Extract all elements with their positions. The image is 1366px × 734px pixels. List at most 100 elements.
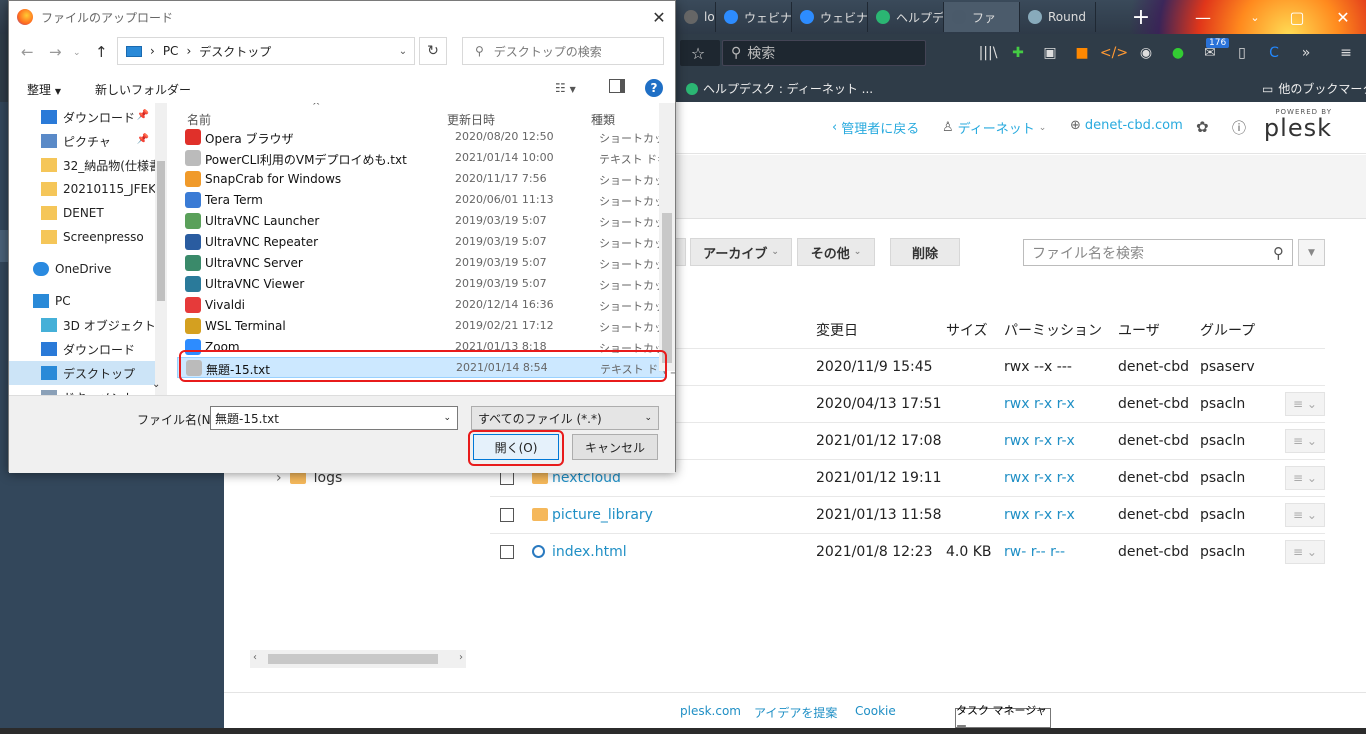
sidebar-icon[interactable]: ▣ <box>1040 43 1060 63</box>
horizontal-scrollbar[interactable]: ‹ › <box>250 650 466 668</box>
column-header-size[interactable]: サイズ <box>946 320 988 340</box>
scroll-thumb[interactable] <box>662 213 672 363</box>
refresh-icon[interactable]: ↻ <box>419 37 447 65</box>
new-folder-button[interactable]: 新しいフォルダー <box>95 81 191 98</box>
settings-icon[interactable]: ✿ <box>1196 118 1209 136</box>
browser-tab[interactable]: Round <box>1020 2 1096 32</box>
sidebar-item[interactable]: OneDrive <box>9 257 155 281</box>
row-menu-icon[interactable]: ≡ ⌄ <box>1285 392 1325 416</box>
tab-list-icon[interactable]: ⌄ <box>1232 0 1278 34</box>
file-list-item[interactable]: UltraVNC Repeater 2019/03/19 5:07 ショートカット <box>177 232 675 253</box>
folder-search-input[interactable]: ⚲ デスクトップの検索 <box>462 37 664 65</box>
file-list-item[interactable]: UltraVNC Server 2019/03/19 5:07 ショートカット <box>177 253 675 274</box>
bookmark-other[interactable]: ▭ 他のブックマーク <box>1262 80 1366 97</box>
menu-icon[interactable]: ≡ <box>1336 43 1356 63</box>
column-header-user[interactable]: ユーザ <box>1118 320 1160 340</box>
domain-link[interactable]: ⊕ denet-cbd.com <box>1070 118 1183 133</box>
overflow-icon[interactable]: » <box>1296 43 1316 63</box>
view-options-icon[interactable]: ☷ ▼ <box>555 81 576 95</box>
close-window-icon[interactable]: ✕ <box>1320 0 1366 34</box>
row-checkbox[interactable] <box>500 545 514 559</box>
row-menu-icon[interactable]: ≡ ⌄ <box>1285 429 1325 453</box>
filetype-select[interactable]: すべてのファイル (*.*) ⌄ <box>471 406 659 430</box>
file-search-input[interactable]: ファイル名を検索 ⚲ <box>1023 239 1293 266</box>
column-header-modified[interactable]: 変更日 <box>816 320 858 340</box>
address-dropdown-icon[interactable]: ⌄ <box>391 37 415 65</box>
cancel-button[interactable]: キャンセル <box>572 434 658 460</box>
browser-search-bar[interactable]: ⚲ 検索 <box>722 40 926 66</box>
column-header-date[interactable]: 更新日時 <box>447 111 495 128</box>
account-icon[interactable]: ◉ <box>1136 43 1156 63</box>
browser-tab[interactable]: ヘルプデ <box>868 2 944 32</box>
file-list-item[interactable]: SnapCrab for Windows 2020/11/17 7:56 ショートカ… <box>177 169 675 190</box>
browser-tab[interactable]: ウェビナ <box>792 2 868 32</box>
up-arrow-icon[interactable]: ↑ <box>95 43 108 61</box>
column-header-permission[interactable]: パーミッション <box>1004 320 1102 340</box>
sidebar-item[interactable]: Screenpresso <box>9 225 155 249</box>
table-row[interactable]: index.html 2021/01/8 12:23 4.0 KB rw- r-- r… <box>490 533 1325 570</box>
extension-icon[interactable]: ● <box>1168 43 1188 63</box>
minimize-icon[interactable]: — <box>1180 0 1226 34</box>
browser-tab[interactable]: ファ <box>944 2 1020 32</box>
preview-pane-icon[interactable] <box>609 79 625 93</box>
file-list-item[interactable]: UltraVNC Viewer 2019/03/19 5:07 ショートカット <box>177 274 675 295</box>
file-list-item[interactable]: WSL Terminal 2019/02/21 17:12 ショートカット <box>177 316 675 337</box>
file-list-item[interactable]: Opera ブラウザ 2020/08/20 12:50 ショートカット <box>177 127 675 148</box>
sidebar-item[interactable]: ダウンロード <box>9 337 155 361</box>
recent-dropdown-icon[interactable]: ⌄ <box>73 48 81 58</box>
sidebar-item[interactable]: 20210115_JFEKSC <box>9 177 155 201</box>
file-permission[interactable]: rwx r-x r-x <box>1004 507 1075 523</box>
archive-button[interactable]: アーカイブ ⌄ <box>690 238 792 266</box>
footer-link-idea[interactable]: アイデアを提案 <box>754 704 837 721</box>
row-checkbox[interactable] <box>500 471 514 485</box>
sidebar-item[interactable]: DENET <box>9 201 155 225</box>
help-icon[interactable]: ⓘ <box>1232 118 1246 138</box>
back-to-admin-link[interactable]: ‹ 管理者に戻る <box>832 118 919 137</box>
scroll-right-icon[interactable]: › <box>459 652 463 663</box>
filename-input[interactable]: 無題-15.txt ⌄ <box>210 406 458 430</box>
row-menu-icon[interactable]: ≡ ⌄ <box>1285 466 1325 490</box>
sidebar-item[interactable]: ダウンロード 📌 <box>9 105 155 129</box>
column-header-name[interactable]: 名前 <box>187 111 211 128</box>
footer-link-plesk[interactable]: plesk.com <box>680 704 741 718</box>
sidebar-item[interactable]: PC <box>9 289 155 313</box>
maximize-icon[interactable]: ▢ <box>1274 0 1320 34</box>
extension-icon[interactable]: ■ <box>1072 43 1092 63</box>
row-menu-icon[interactable]: ≡ ⌄ <box>1285 503 1325 527</box>
footer-link-cookie[interactable]: Cookie <box>855 704 896 718</box>
file-list-item[interactable]: UltraVNC Launcher 2019/03/19 5:07 ショートカット <box>177 211 675 232</box>
extension-icon[interactable]: C <box>1264 43 1284 63</box>
file-list-item[interactable]: Vivaldi 2020/12/14 16:36 ショートカット <box>177 295 675 316</box>
breadcrumb-desktop[interactable]: デスクトップ <box>199 43 271 60</box>
file-permission[interactable]: rwx r-x r-x <box>1004 433 1075 449</box>
file-name[interactable]: index.html <box>552 544 627 560</box>
bookmark-helpdesk[interactable]: ヘルプデスク : ディーネット ... <box>686 80 873 97</box>
organize-button[interactable]: 整理 ▼ <box>27 81 61 98</box>
bookmark-star-icon[interactable]: ☆ <box>688 43 708 63</box>
file-name[interactable]: picture_library <box>552 507 653 523</box>
column-header-group[interactable]: グループ <box>1200 320 1255 340</box>
browser-tab[interactable]: ウェビナ <box>716 2 792 32</box>
other-button[interactable]: その他 ⌄ <box>797 238 875 266</box>
file-permission[interactable]: rwx r-x r-x <box>1004 396 1075 412</box>
library-icon[interactable]: |||\ <box>978 43 998 63</box>
sidebar-item[interactable]: ドキュメント <box>9 385 155 395</box>
new-tab-icon[interactable]: + <box>1118 0 1164 34</box>
address-bar[interactable]: › PC › デスクトップ <box>117 37 415 65</box>
breadcrumb-pc[interactable]: PC <box>163 44 179 58</box>
scroll-thumb[interactable] <box>268 654 438 664</box>
help-icon[interactable]: ? <box>645 79 663 97</box>
sidebar-item[interactable]: デスクトップ <box>9 361 155 385</box>
file-permission[interactable]: rwx r-x r-x <box>1004 470 1075 486</box>
table-row[interactable]: picture_library 2021/01/13 11:58 rwx r-x r… <box>490 496 1325 533</box>
chevron-down-icon[interactable]: ⌄ <box>443 413 457 423</box>
extension-icon[interactable]: ✚ <box>1008 43 1028 63</box>
scroll-down-icon[interactable]: ⌄ <box>152 379 160 390</box>
file-list-item[interactable]: Tera Term 2020/06/01 11:13 ショートカット <box>177 190 675 211</box>
delete-button[interactable]: 削除 <box>890 238 960 266</box>
forward-arrow-icon[interactable]: → <box>49 43 62 61</box>
back-arrow-icon[interactable]: ← <box>21 43 34 61</box>
scroll-thumb[interactable] <box>157 161 165 301</box>
phone-icon[interactable]: ▯ <box>1232 43 1252 63</box>
column-header-type[interactable]: 種類 <box>591 111 615 128</box>
